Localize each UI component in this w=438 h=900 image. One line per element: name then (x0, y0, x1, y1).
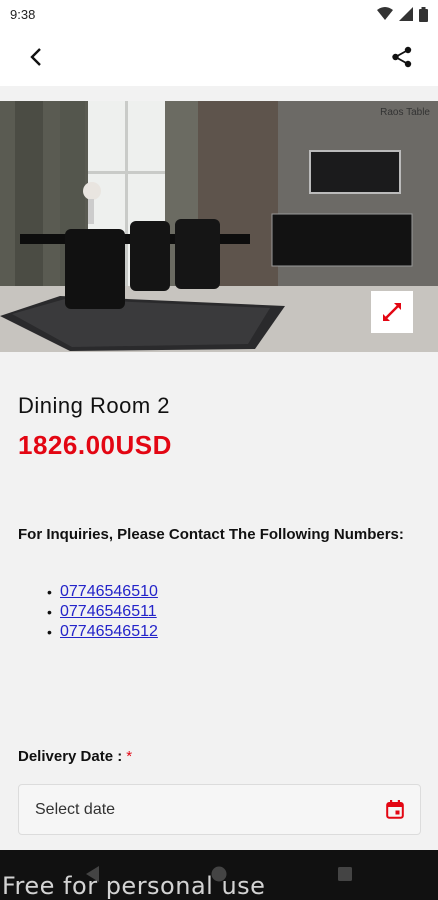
expand-icon (383, 303, 401, 321)
delivery-date-field[interactable]: Select date (18, 784, 421, 835)
required-mark: * (126, 748, 133, 765)
share-icon (392, 46, 412, 68)
product-image: Raos Table (0, 101, 438, 352)
product-price: 1826.00USD (18, 430, 172, 460)
phone-link[interactable]: 07746546511 (60, 603, 157, 620)
phone-list: 07746546510 07746546511 07746546512 (47, 582, 158, 642)
app-bar (0, 28, 438, 86)
status-time: 9:38 (10, 6, 36, 22)
battery-icon (419, 6, 428, 22)
phone-link[interactable]: 07746546510 (60, 583, 158, 600)
signal-icon (399, 7, 413, 21)
delivery-label-text: Delivery Date : (18, 748, 123, 765)
status-icons (377, 6, 428, 22)
date-placeholder: Select date (35, 800, 116, 818)
phone-link[interactable]: 07746546512 (60, 623, 158, 640)
list-item: 07746546510 (47, 582, 158, 602)
delivery-date-label: Delivery Date : * (18, 748, 132, 765)
watermark-text: Free for personal use (2, 872, 266, 900)
back-button[interactable] (18, 39, 54, 75)
status-bar: 9:38 (0, 0, 438, 28)
product-title: Dining Room 2 (18, 393, 171, 418)
list-item: 07746546511 (47, 602, 158, 622)
inquiry-text: For Inquiries, Please Contact The Follow… (18, 526, 404, 543)
share-button[interactable] (384, 39, 420, 75)
expand-button[interactable] (371, 291, 413, 333)
image-caption: Raos Table (380, 107, 430, 118)
list-item: 07746546512 (47, 622, 158, 642)
nav-recents-icon[interactable] (338, 867, 352, 881)
calendar-icon[interactable] (386, 800, 404, 819)
arrow-back-icon (30, 48, 41, 66)
wifi-icon (377, 7, 393, 20)
